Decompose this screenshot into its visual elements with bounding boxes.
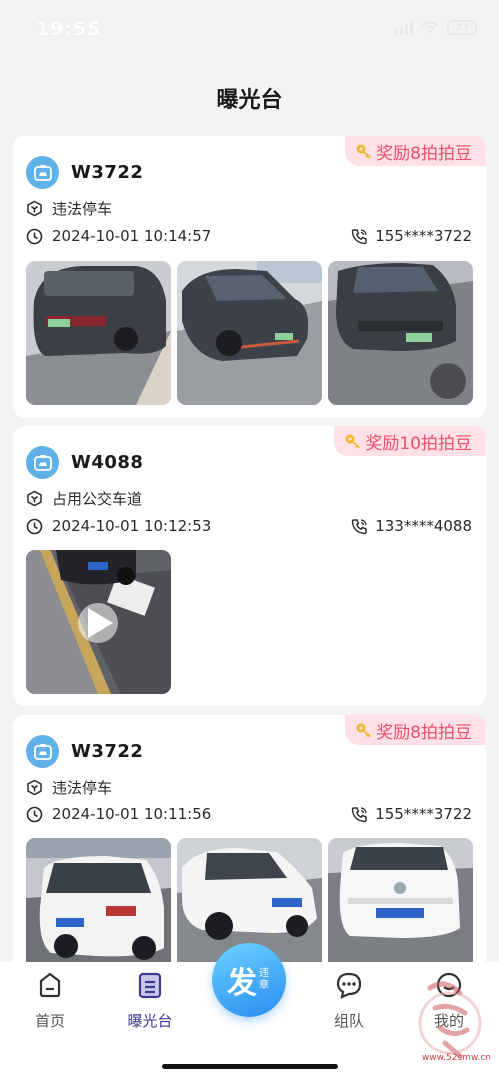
key-icon [345, 434, 361, 449]
photo-gallery [26, 261, 473, 405]
wifi-icon [421, 21, 439, 34]
phone-icon [351, 806, 367, 822]
username: W4088 [71, 452, 144, 473]
page-title: 曝光台 [216, 88, 283, 113]
evidence-photo[interactable] [328, 261, 473, 405]
phone-icon [351, 518, 367, 534]
reward-badge: 奖励10拍拍豆 [334, 426, 486, 456]
time-row: 2024-10-01 10:14:57 [26, 227, 211, 245]
play-button[interactable] [78, 603, 118, 643]
reward-badge: 奖励8拍拍豆 [345, 715, 486, 745]
report-card[interactable]: 奖励8拍拍豆 W3722 违法停车 2024-10-01 10:14:57 15… [13, 136, 486, 418]
tab-exposure-label: 曝光台 [127, 1012, 173, 1030]
username: W3722 [71, 162, 144, 183]
evidence-photo[interactable] [328, 838, 473, 962]
exposure-feed[interactable]: 奖励8拍拍豆 W3722 违法停车 2024-10-01 10:14:57 15… [0, 136, 499, 962]
report-time: 2024-10-01 10:11:56 [52, 805, 212, 823]
clock-icon [26, 518, 43, 534]
camera-car-icon [33, 454, 52, 471]
fab-main-label: 发 [227, 966, 257, 1001]
tab-exposure[interactable]: 曝光台 [110, 970, 190, 1031]
phone-icon [351, 228, 367, 244]
status-icons: 33 [395, 20, 477, 35]
camera-car-icon [33, 743, 52, 760]
evidence-photo[interactable] [177, 261, 322, 405]
status-time: 19:55 [36, 18, 102, 40]
photo-gallery [26, 550, 171, 694]
home-icon [39, 972, 61, 998]
phone-number: 155****3722 [375, 805, 472, 823]
report-card[interactable]: 奖励8拍拍豆 W3722 违法停车 2024-10-01 10:11:56 15… [13, 715, 486, 962]
exposure-icon [138, 972, 162, 999]
evidence-photo[interactable] [26, 261, 171, 405]
watermark-url: www.52smw.cn [421, 1053, 491, 1063]
card-header: W4088 [26, 446, 143, 479]
card-header: W3722 [26, 735, 143, 768]
battery-icon: 33 [447, 20, 477, 35]
violation-icon [27, 490, 42, 507]
reward-text: 奖励10拍拍豆 [365, 433, 472, 454]
phone-row[interactable]: 155****3722 [351, 227, 472, 245]
camera-car-icon [33, 164, 52, 181]
reward-badge: 奖励8拍拍豆 [345, 136, 486, 166]
violation-row: 违法停车 [26, 777, 112, 798]
key-icon [356, 723, 372, 738]
report-time: 2024-10-01 10:14:57 [52, 227, 212, 245]
chat-icon [336, 972, 362, 999]
key-icon [356, 144, 372, 159]
avatar[interactable] [26, 446, 59, 479]
phone-number: 155****3722 [375, 227, 472, 245]
violation-row: 违法停车 [26, 198, 112, 219]
time-row: 2024-10-01 10:11:56 [26, 805, 211, 823]
clock-icon [26, 806, 43, 822]
username: W3722 [71, 741, 144, 762]
report-card[interactable]: 奖励10拍拍豆 W4088 占用公交车道 2024-10-01 10:12:53… [13, 426, 486, 706]
evidence-video[interactable] [26, 550, 171, 694]
violation-row: 占用公交车道 [26, 488, 142, 509]
fab-sub-label: 违章 [259, 968, 269, 991]
avatar[interactable] [26, 735, 59, 768]
play-icon [88, 608, 113, 638]
status-bar: 19:55 33 [0, 0, 499, 60]
tab-team-label: 组队 [333, 1012, 364, 1030]
violation-icon [27, 200, 42, 217]
violation-icon [27, 779, 42, 796]
violation-type: 违法停车 [52, 200, 113, 218]
violation-type: 占用公交车道 [52, 490, 143, 508]
reward-text: 奖励8拍拍豆 [376, 722, 472, 743]
tab-home-label: 首页 [34, 1012, 65, 1030]
clock-icon [26, 228, 43, 244]
signal-icon [395, 20, 413, 35]
card-header: W3722 [26, 156, 143, 189]
violation-type: 违法停车 [52, 779, 113, 797]
phone-number: 133****4088 [375, 517, 472, 535]
evidence-photo[interactable] [26, 838, 171, 962]
reward-text: 奖励8拍拍豆 [376, 143, 472, 164]
tab-home[interactable]: 首页 [10, 970, 90, 1031]
avatar[interactable] [26, 156, 59, 189]
report-time: 2024-10-01 10:12:53 [52, 517, 212, 535]
home-indicator [162, 1064, 338, 1069]
time-row: 2024-10-01 10:12:53 [26, 517, 211, 535]
phone-row[interactable]: 155****3722 [351, 805, 472, 823]
tab-team[interactable]: 组队 [309, 970, 389, 1031]
report-violation-button[interactable]: 发 违章 [212, 943, 286, 1017]
phone-row[interactable]: 133****4088 [351, 517, 472, 535]
